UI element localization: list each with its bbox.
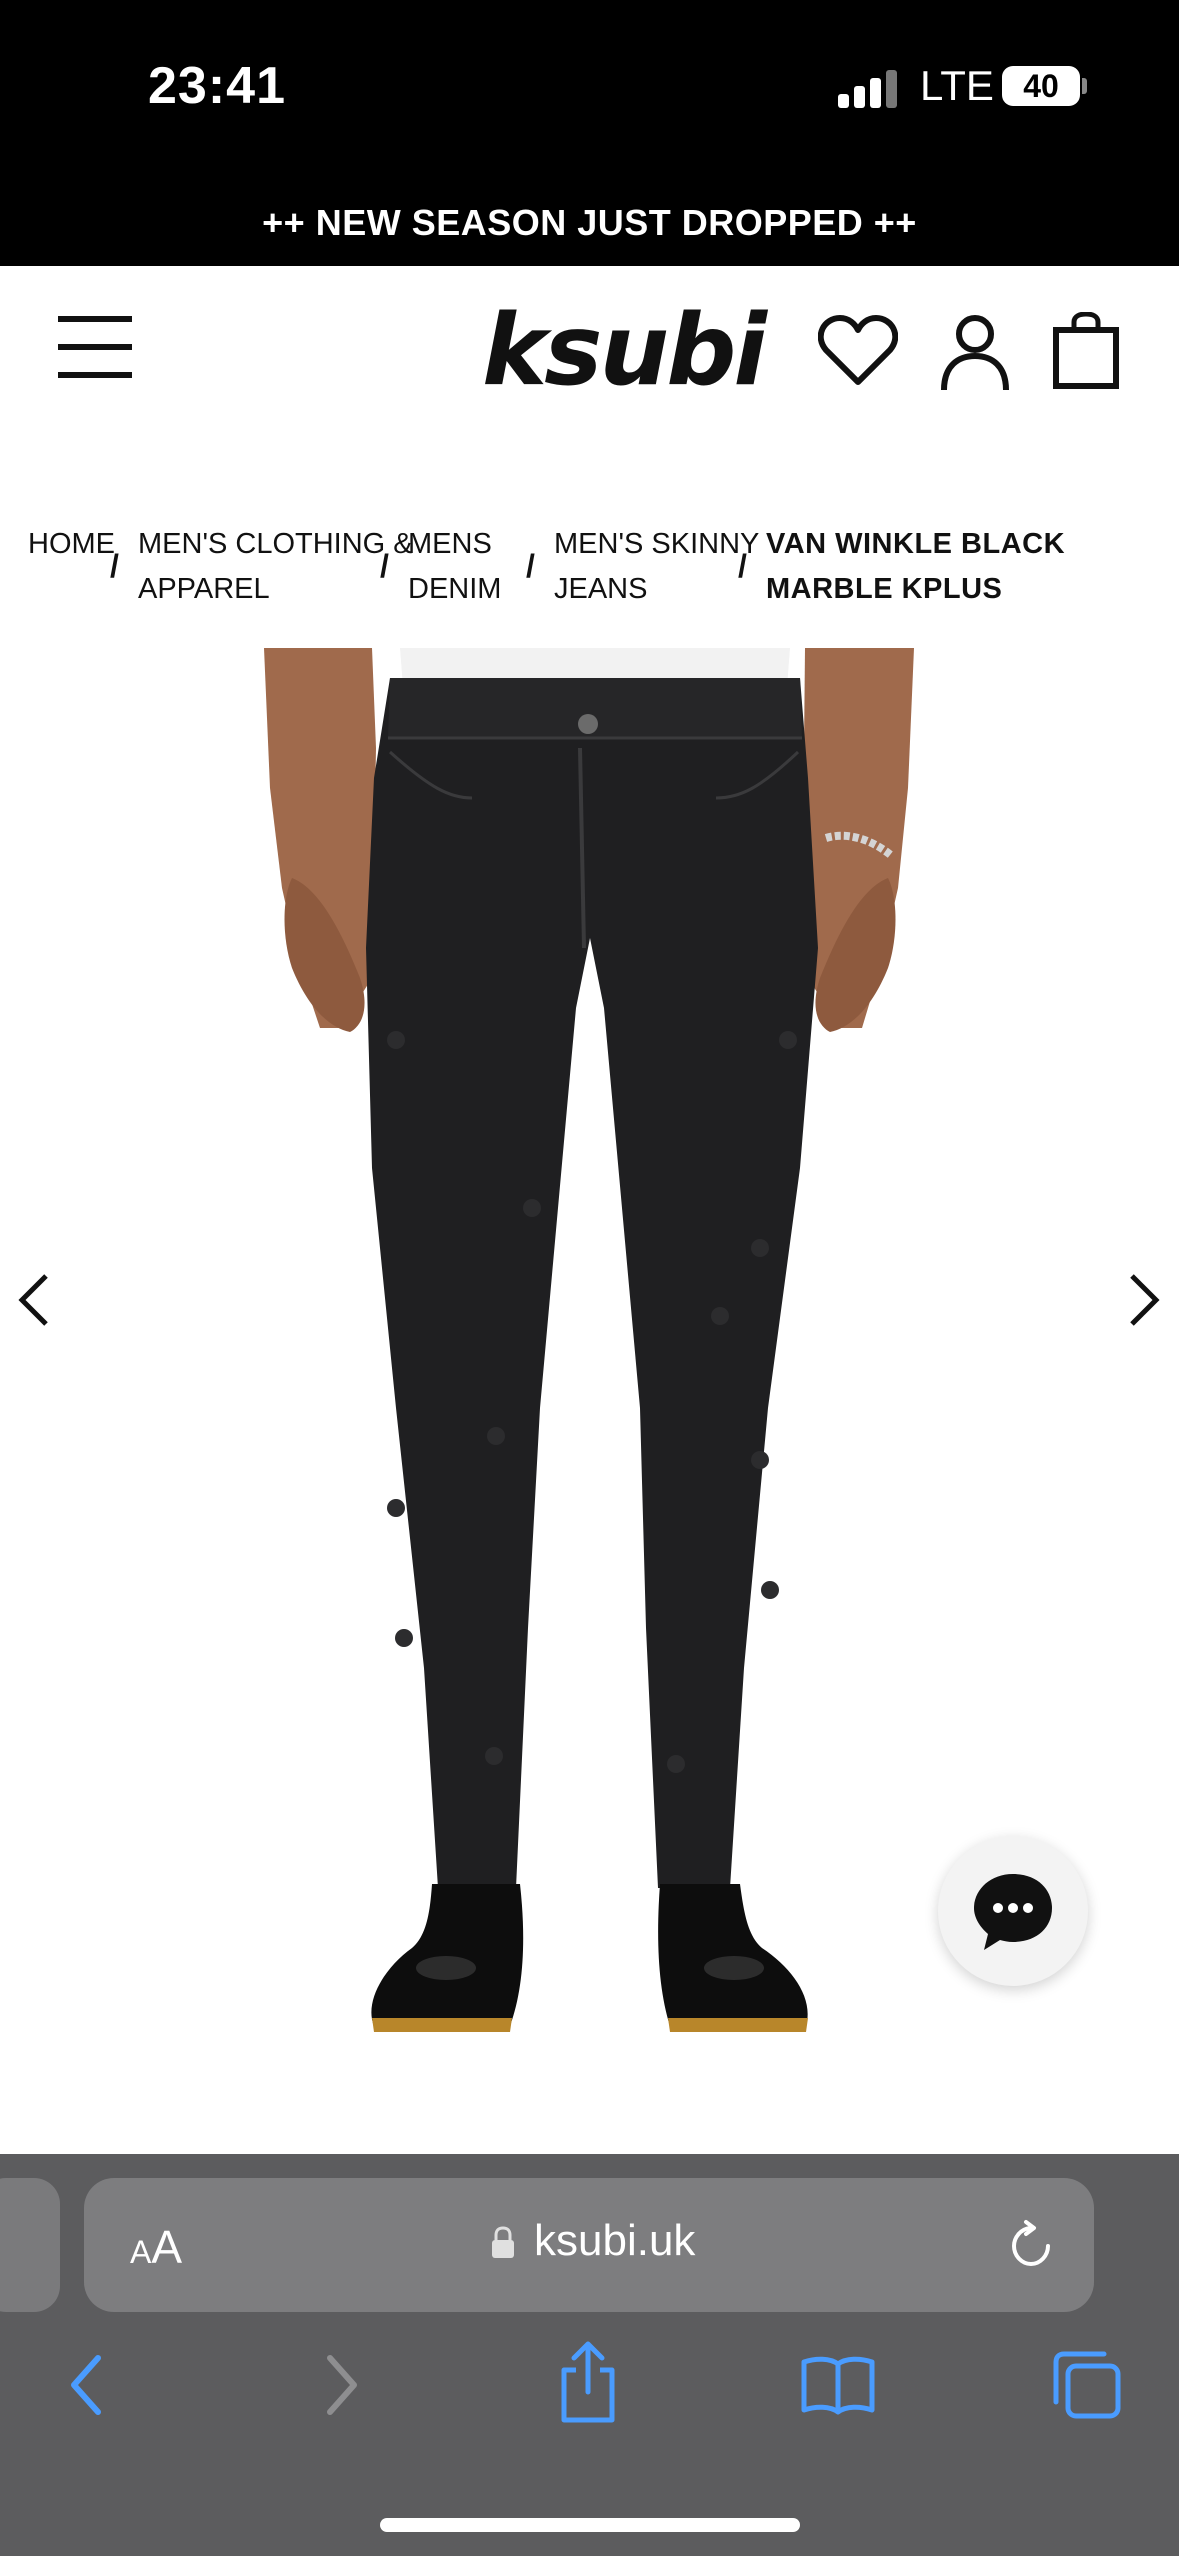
signal-icon — [838, 70, 898, 108]
breadcrumb-separator: / — [110, 548, 119, 584]
breadcrumb: HOME / MEN'S CLOTHING & APPAREL / MENS D… — [28, 522, 1158, 622]
breadcrumb-label: APPAREL — [138, 573, 270, 605]
reload-icon[interactable] — [1004, 2218, 1058, 2272]
url-text: ksubi.uk — [534, 2216, 696, 2265]
heart-icon[interactable] — [818, 314, 898, 386]
breadcrumb-separator: / — [380, 548, 389, 584]
text-size-button[interactable]: AA — [130, 2220, 182, 2274]
breadcrumb-label: MEN'S SKINNY — [554, 528, 760, 560]
back-icon[interactable] — [64, 2350, 108, 2420]
text-size-label: AA — [130, 2221, 183, 2273]
tabs-icon[interactable] — [1052, 2350, 1122, 2420]
breadcrumb-label: DENIM — [408, 573, 502, 605]
page: 23:41 LTE 40 ++ NEW SEASON JUST DROPPED … — [0, 0, 1179, 2556]
breadcrumb-separator: / — [738, 548, 747, 584]
promo-banner[interactable]: ++ NEW SEASON JUST DROPPED ++ — [0, 180, 1179, 266]
breadcrumb-home[interactable]: HOME — [28, 522, 115, 567]
share-icon[interactable] — [556, 2340, 620, 2424]
next-image-arrow[interactable] — [1124, 1270, 1164, 1330]
breadcrumb-label: JEANS — [554, 573, 648, 605]
forward-icon[interactable] — [320, 2350, 364, 2420]
menu-icon[interactable] — [58, 316, 132, 378]
network-label: LTE — [920, 62, 994, 109]
breadcrumb-mens-denim[interactable]: MENS DENIM — [408, 522, 501, 612]
status-time: 23:41 — [148, 57, 286, 115]
previous-tab[interactable] — [0, 2178, 60, 2312]
status-bar: 23:41 LTE 40 — [0, 0, 1179, 180]
address-bar[interactable]: AA ksubi.uk — [84, 2178, 1094, 2312]
breadcrumb-label: HOME — [28, 528, 115, 560]
bag-icon[interactable] — [1052, 312, 1120, 390]
breadcrumb-label: MEN'S CLOTHING & — [138, 528, 413, 560]
bookmarks-icon[interactable] — [800, 2354, 876, 2416]
home-indicator — [380, 2518, 800, 2532]
battery-icon: 40 — [1002, 66, 1080, 106]
breadcrumb-label: MENS — [408, 528, 492, 560]
lock-icon — [492, 2226, 514, 2258]
user-icon[interactable] — [940, 314, 1010, 392]
breadcrumb-label: VAN WINKLE BLACK — [766, 528, 1066, 560]
site-header: ksubi — [0, 266, 1179, 436]
breadcrumb-mens-skinny-jeans[interactable]: MEN'S SKINNY JEANS — [554, 522, 759, 612]
chat-icon — [974, 1874, 1052, 1950]
breadcrumb-separator: / — [526, 548, 535, 584]
logo[interactable]: ksubi — [482, 294, 767, 408]
battery-tip — [1082, 78, 1087, 94]
previous-image-arrow[interactable] — [14, 1270, 54, 1330]
breadcrumb-current: VAN WINKLE BLACK MARBLE KPLUS — [766, 522, 1065, 612]
breadcrumb-label: MARBLE KPLUS — [766, 573, 1003, 605]
chat-button[interactable] — [938, 1836, 1088, 1986]
breadcrumb-mens-clothing[interactable]: MEN'S CLOTHING & APPAREL — [138, 522, 413, 612]
